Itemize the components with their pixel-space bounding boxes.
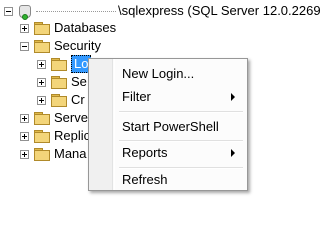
menu-item-label: Refresh bbox=[122, 171, 168, 187]
tree-node-databases[interactable]: Databases bbox=[20, 19, 116, 37]
server-icon bbox=[18, 3, 32, 20]
menu-item-label: Reports bbox=[122, 144, 168, 160]
collapse-icon[interactable] bbox=[20, 41, 29, 51]
tree-node-label: Server bbox=[54, 110, 93, 125]
tree-node-label: Databases bbox=[54, 20, 117, 35]
folder-icon bbox=[34, 111, 50, 125]
expand-icon[interactable] bbox=[20, 149, 29, 159]
collapse-icon[interactable] bbox=[4, 6, 13, 16]
server-node[interactable]: \sqlexpress (SQL Server 12.0.2269 - bbox=[4, 2, 320, 20]
tree-node-label: Se bbox=[71, 74, 87, 89]
menu-item-reports[interactable]: Reports bbox=[91, 141, 245, 163]
tree-node-label: Replic bbox=[54, 128, 91, 143]
menu-item-filter[interactable]: Filter bbox=[91, 85, 245, 107]
tree-node-replication[interactable]: Replic bbox=[20, 127, 90, 145]
menu-item-label: Filter bbox=[122, 88, 151, 104]
menu-item-new-login[interactable]: New Login... bbox=[91, 62, 245, 84]
expand-icon[interactable] bbox=[37, 95, 46, 105]
tree-node-label: Security bbox=[54, 38, 101, 53]
menu-item-label: New Login... bbox=[122, 65, 195, 81]
tree-node-management[interactable]: Mana bbox=[20, 145, 87, 163]
menu-item-refresh[interactable]: Refresh bbox=[91, 168, 245, 190]
tree-node-logins[interactable]: Lo bbox=[37, 55, 92, 73]
menu-item-start-powershell[interactable]: Start PowerShell bbox=[91, 115, 245, 137]
expand-icon[interactable] bbox=[37, 77, 46, 87]
redacted-server-name bbox=[36, 10, 116, 12]
folder-icon bbox=[34, 39, 50, 53]
tree-node-label: Cr bbox=[71, 92, 85, 107]
folder-icon bbox=[51, 57, 67, 71]
expand-icon[interactable] bbox=[20, 131, 29, 141]
expand-icon[interactable] bbox=[20, 113, 29, 123]
menu-item-label: Start PowerShell bbox=[122, 118, 219, 134]
submenu-arrow-icon bbox=[231, 93, 235, 101]
folder-icon bbox=[51, 75, 67, 89]
folder-icon bbox=[51, 93, 67, 107]
tree-node-credentials[interactable]: Cr bbox=[37, 91, 85, 109]
tree-node-security[interactable]: Security bbox=[20, 37, 101, 55]
tree-node-server-roles[interactable]: Se bbox=[37, 73, 87, 91]
folder-icon bbox=[34, 21, 50, 35]
folder-icon bbox=[34, 147, 50, 161]
expand-icon[interactable] bbox=[20, 23, 29, 33]
folder-icon bbox=[34, 129, 50, 143]
context-menu: New Login... Filter Start PowerShell Rep… bbox=[88, 58, 248, 191]
tree-node-label: Mana bbox=[54, 146, 87, 161]
submenu-arrow-icon bbox=[231, 149, 235, 157]
menu-separator bbox=[119, 111, 243, 113]
tree-node-server-objects[interactable]: Server bbox=[20, 109, 92, 127]
expand-icon[interactable] bbox=[37, 59, 46, 69]
server-name-label: \sqlexpress (SQL Server 12.0.2269 - bbox=[118, 3, 320, 18]
